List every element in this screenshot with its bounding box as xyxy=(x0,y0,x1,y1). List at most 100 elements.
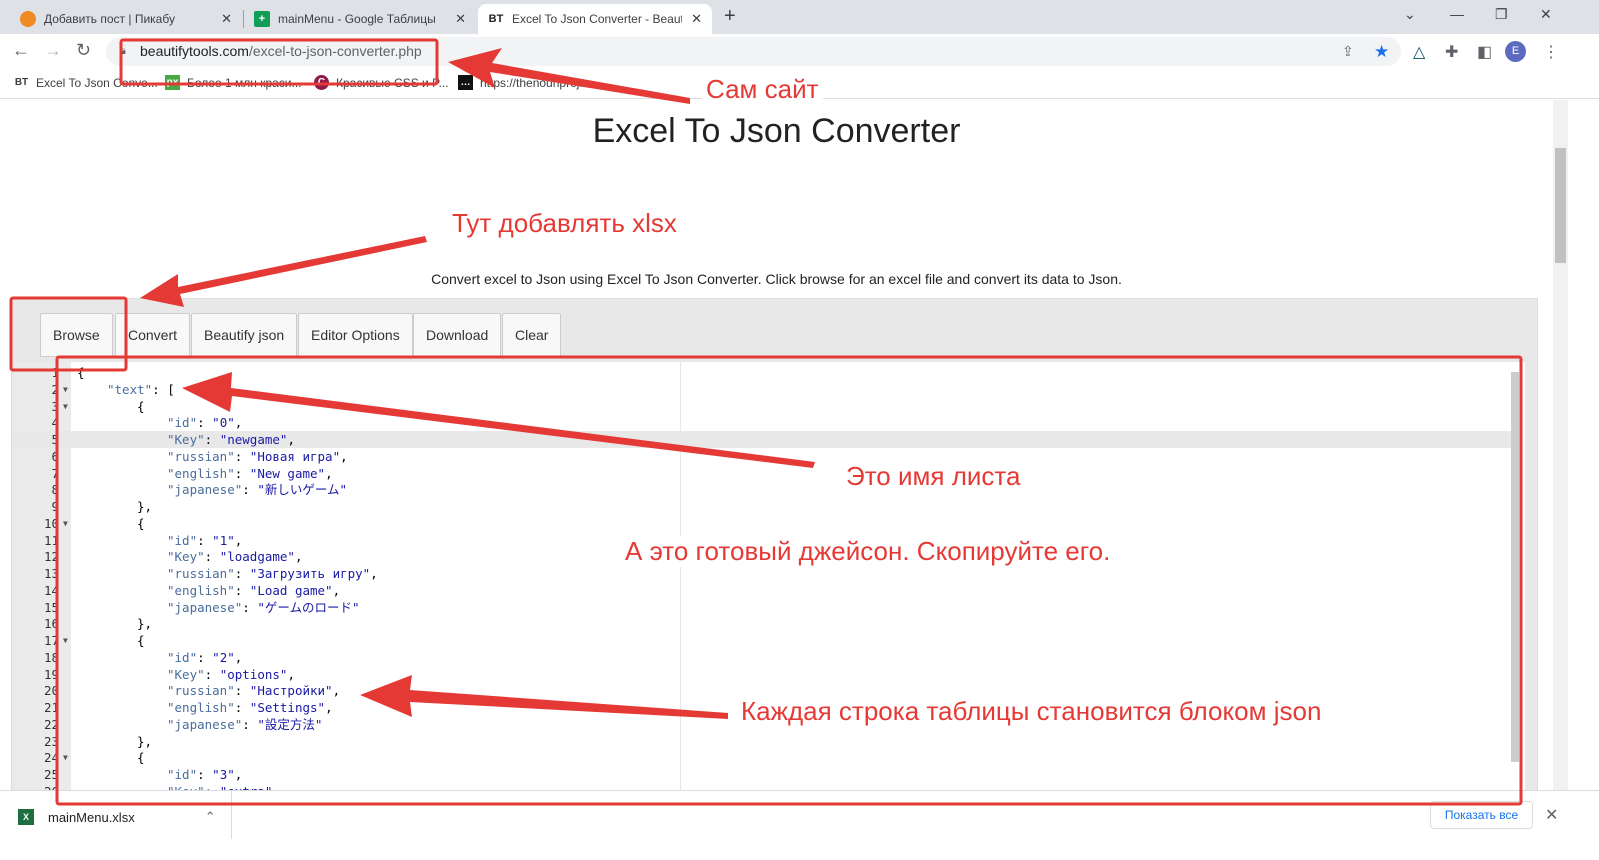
page-scrollbar[interactable] xyxy=(1553,100,1568,790)
code-line: 4 "id": "0", xyxy=(15,414,1515,431)
json-key: "id" xyxy=(167,415,198,431)
json-key: "japanese" xyxy=(167,482,243,498)
tab-search-icon[interactable]: ⌄ xyxy=(1404,6,1416,23)
json-value: "options" xyxy=(219,666,288,682)
extension-icon[interactable]: △ xyxy=(1413,42,1425,62)
json-punct: , xyxy=(370,566,378,581)
convert-button[interactable]: Convert xyxy=(115,313,191,357)
extensions-puzzle-icon[interactable]: ✚ xyxy=(1445,42,1458,62)
share-icon[interactable]: ⇪ xyxy=(1342,37,1354,66)
line-number: 23 xyxy=(43,733,59,749)
show-all-button[interactable]: Показать все xyxy=(1430,801,1533,829)
beautify-json-button[interactable]: Beautify json xyxy=(191,313,298,357)
line-number: 8 xyxy=(51,482,59,498)
json-punct: { xyxy=(77,365,85,380)
json-punct: { xyxy=(137,750,145,766)
bookmark-label: Красивые CSS и P... xyxy=(336,75,449,90)
fold-arrow-icon[interactable]: ▼ xyxy=(63,749,68,766)
json-key: "english" xyxy=(167,582,235,598)
json-key: "Key" xyxy=(167,432,205,447)
json-punct: }, xyxy=(137,733,153,749)
bookmark-excel-to-json[interactable]: BT Excel To Json Conve... xyxy=(14,75,158,90)
json-value: "2" xyxy=(212,649,235,665)
line-number: 7 xyxy=(51,465,59,481)
annotation-ready-json: А это готовый джейсон. Скопируйте его. xyxy=(621,536,1115,567)
bookmark-css[interactable]: C Красивые CSS и P... xyxy=(314,75,449,90)
json-punct: }, xyxy=(137,499,153,514)
download-item[interactable]: XmainMenu.xlsx ⌃ xyxy=(18,809,216,825)
line-number: 17 xyxy=(43,633,59,648)
minimize-button[interactable]: — xyxy=(1450,6,1464,22)
line-number: 11 xyxy=(43,532,59,548)
close-tab-icon[interactable]: ✕ xyxy=(221,11,232,27)
back-icon[interactable]: ← xyxy=(12,40,30,61)
json-punct: { xyxy=(137,398,145,414)
pixabay-icon: px xyxy=(165,75,180,90)
url-path: /excel-to-json-converter.php xyxy=(248,43,422,59)
tab-title: Добавить пост | Пикабу xyxy=(44,12,175,26)
clear-button[interactable]: Clear xyxy=(502,313,562,357)
code-line: 6 "russian": "Новая игра", xyxy=(15,448,1515,465)
address-bar[interactable]: 🔒︎ beautifytools.com/excel-to-json-conve… xyxy=(106,37,1401,66)
editor-options-button[interactable]: Editor Options xyxy=(298,313,413,357)
code-line: 13 "russian": "Загрузить игру", xyxy=(15,565,1515,582)
bookmark-pixabay[interactable]: px Более 1 млн краси... xyxy=(165,75,302,90)
json-key: "id" xyxy=(167,532,198,548)
divider xyxy=(231,791,232,839)
editor-scrollbar[interactable] xyxy=(1511,372,1519,762)
tab-google-sheets[interactable]: + mainMenu - Google Таблицы ✕ xyxy=(244,4,476,34)
menu-icon[interactable]: ⋮ xyxy=(1543,42,1559,62)
side-panel-icon[interactable]: ◧ xyxy=(1477,42,1492,62)
line-number: 12 xyxy=(43,549,59,565)
tab-excel-to-json[interactable]: BT Excel To Json Converter - Beautif ✕ xyxy=(478,4,712,34)
annotation-sheet-name: Это имя листа xyxy=(842,461,1025,492)
downloads-bar: XmainMenu.xlsx ⌃ Показать все ✕ xyxy=(0,790,1599,860)
tab-pikabu[interactable]: Добавить пост | Пикабу ✕ xyxy=(10,4,242,34)
json-punct: , xyxy=(234,767,243,782)
json-value: "3" xyxy=(212,767,235,782)
bookmark-star-icon[interactable]: ★ xyxy=(1374,37,1389,66)
page-scrollbar-thumb[interactable] xyxy=(1555,148,1566,263)
download-button[interactable]: Download xyxy=(413,313,502,357)
fold-arrow-icon[interactable]: ▼ xyxy=(63,398,68,415)
json-value: "Загрузить игру" xyxy=(249,566,371,581)
code-line: 16}, xyxy=(15,615,1515,632)
close-tab-icon[interactable]: ✕ xyxy=(455,11,466,27)
chevron-up-icon[interactable]: ⌃ xyxy=(205,809,216,825)
new-tab-button[interactable]: + xyxy=(724,5,736,28)
json-punct: , xyxy=(234,415,243,431)
restore-button[interactable]: ❐ xyxy=(1495,6,1508,23)
line-number: 1 xyxy=(51,365,59,380)
json-key: "id" xyxy=(167,649,198,665)
profile-avatar[interactable]: E xyxy=(1505,41,1526,62)
forward-icon[interactable]: → xyxy=(44,40,62,61)
reload-icon[interactable]: ↻ xyxy=(76,40,91,61)
json-punct: , xyxy=(294,549,303,565)
fold-arrow-icon[interactable]: ▼ xyxy=(63,381,68,398)
json-key: "text" xyxy=(107,381,153,397)
line-number: 5 xyxy=(51,432,59,447)
json-key: "russian" xyxy=(167,448,235,464)
close-window-button[interactable]: ✕ xyxy=(1540,6,1552,23)
json-key: "japanese" xyxy=(167,599,243,615)
bookmark-label: Excel To Json Conve... xyxy=(36,75,158,90)
json-punct: , xyxy=(287,432,295,447)
line-number: 21 xyxy=(43,700,59,715)
json-value: "1" xyxy=(212,532,235,548)
bookmark-label: Более 1 млн краси... xyxy=(187,75,302,90)
json-key: "id" xyxy=(167,767,198,782)
download-filename: mainMenu.xlsx xyxy=(48,809,135,825)
page-content: Excel To Json Converter Convert excel to… xyxy=(0,100,1553,790)
fold-arrow-icon[interactable]: ▼ xyxy=(63,515,68,532)
fold-arrow-icon[interactable]: ▼ xyxy=(63,632,68,649)
pikabu-icon xyxy=(20,11,36,27)
code-line: 2 ▼ "text": [ xyxy=(15,381,1515,398)
close-downloads-icon[interactable]: ✕ xyxy=(1545,805,1558,825)
browse-button[interactable]: Browse xyxy=(40,313,113,357)
line-number: 26 xyxy=(15,783,59,790)
close-tab-icon[interactable]: ✕ xyxy=(691,11,702,27)
json-value: "New game" xyxy=(249,465,326,481)
line-number: 4 xyxy=(51,415,59,431)
bookmark-thenounproject[interactable]: … https://thenounproj... xyxy=(458,75,589,90)
code-line: 14 "english": "Load game", xyxy=(15,582,1515,599)
